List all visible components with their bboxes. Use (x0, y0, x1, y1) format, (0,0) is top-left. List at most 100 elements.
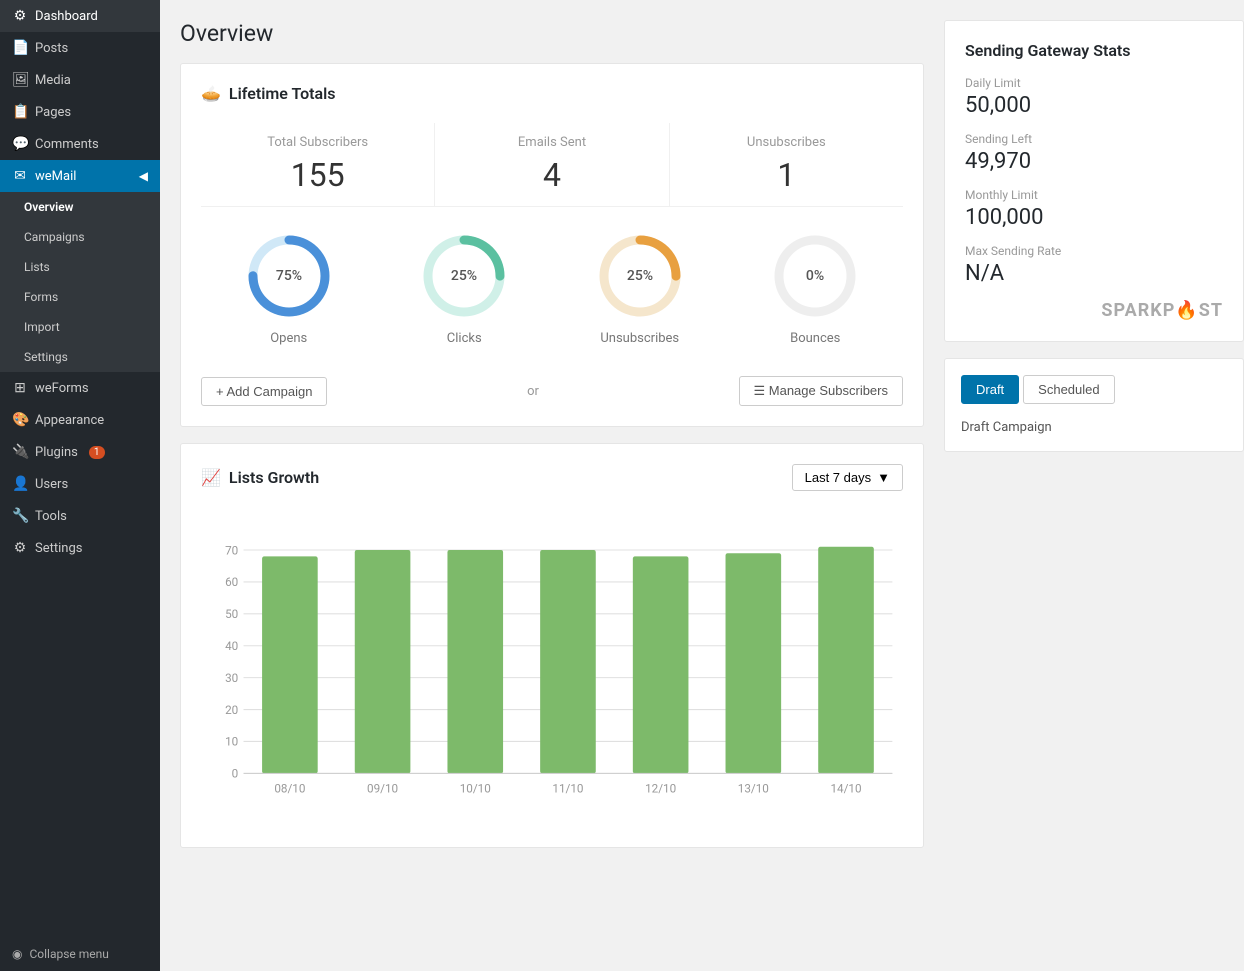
collapse-icon: ◉ (12, 947, 22, 961)
svg-text:12/10: 12/10 (645, 782, 676, 796)
svg-text:13/10: 13/10 (738, 782, 769, 796)
sidebar-label-overview: Overview (24, 200, 74, 214)
sidebar-item-overview[interactable]: Overview (0, 192, 160, 222)
donut-bounces: 0% Bounces (770, 231, 860, 346)
svg-text:14/10: 14/10 (830, 782, 861, 796)
gateway-stat-label: Daily Limit (965, 76, 1223, 90)
svg-text:70: 70 (225, 543, 238, 557)
dashboard-icon: ⚙ (12, 8, 28, 24)
donut-label-bounces: Bounces (790, 331, 840, 346)
svg-text:10: 10 (225, 735, 238, 749)
sidebar-label-import: Import (24, 320, 60, 334)
tools-icon: 🔧 (12, 508, 28, 524)
sidebar-label-appearance: Appearance (35, 413, 104, 428)
stat-col-total-subscribers: Total Subscribers 155 (201, 123, 435, 206)
sidebar-label-lists: Lists (24, 260, 50, 274)
svg-text:40: 40 (225, 639, 238, 653)
weforms-icon: ⊞ (12, 380, 28, 396)
sidebar-item-users[interactable]: 👤Users (0, 468, 160, 500)
pages-icon: 📋 (12, 104, 28, 120)
sidebar-item-posts[interactable]: 📄 Posts (0, 32, 160, 64)
badge-plugins: 1 (89, 446, 105, 459)
sidebar-label-tools: Tools (35, 509, 67, 524)
flame-icon: 🔥 (1175, 300, 1198, 321)
sidebar-item-appearance[interactable]: 🎨 Appearance (0, 404, 160, 436)
plugins-icon: 🔌 (12, 444, 28, 460)
manage-subscribers-button[interactable]: ☰ Manage Subscribers (739, 376, 904, 406)
sidebar-label-plugins: Plugins (35, 445, 78, 460)
donut-opens: 75% Opens (244, 231, 334, 346)
donut-svg-clicks: 25% (419, 231, 509, 321)
svg-text:11/10: 11/10 (552, 782, 583, 796)
sidebar-label-weforms: weForms (35, 381, 89, 396)
users-icon: 👤 (12, 476, 28, 492)
sidebar-label-comments: Comments (35, 137, 99, 152)
stat-label: Unsubscribes (670, 135, 903, 150)
svg-text:25%: 25% (627, 268, 653, 284)
add-campaign-button[interactable]: + Add Campaign (201, 377, 327, 406)
action-row: + Add Campaign or ☰ Manage Subscribers (201, 366, 903, 406)
chart-icon: 📈 (201, 468, 221, 487)
chevron-icon: ◀ (139, 169, 148, 183)
sidebar-item-settings-sub[interactable]: Settings (0, 342, 160, 372)
right-panel: Sending Gateway Stats Daily Limit50,000S… (944, 0, 1244, 971)
sidebar-item-media[interactable]: 🖼Media (0, 64, 160, 96)
dropdown-label: Last 7 days (805, 470, 872, 485)
campaigns-tabs: DraftScheduled (961, 375, 1227, 404)
gateway-stat-label: Max Sending Rate (965, 244, 1223, 258)
tab-scheduled[interactable]: Scheduled (1023, 375, 1114, 404)
donut-svg-opens: 75% (244, 231, 334, 321)
stats-row: Total Subscribers 155Emails Sent4Unsubscr… (201, 123, 903, 207)
gateway-card: Sending Gateway Stats Daily Limit50,000S… (944, 20, 1244, 342)
stat-col-emails-sent: Emails Sent4 (435, 123, 669, 206)
stat-value: 155 (201, 156, 434, 194)
sidebar-item-import[interactable]: Import (0, 312, 160, 342)
chart-title-label: Lists Growth (229, 468, 319, 487)
svg-text:08/10: 08/10 (274, 782, 305, 796)
date-range-dropdown[interactable]: Last 7 days ▼ (792, 464, 903, 491)
settings-icon: ⚙ (12, 540, 28, 556)
sidebar-item-plugins[interactable]: 🔌 Plugins 1 (0, 436, 160, 468)
collapse-label: Collapse menu (29, 947, 108, 961)
collapse-menu[interactable]: ◉ Collapse menu (0, 937, 160, 971)
sidebar-item-comments[interactable]: 💬Comments (0, 128, 160, 160)
campaigns-card: DraftScheduled Draft Campaign (944, 358, 1244, 452)
svg-text:50: 50 (225, 607, 238, 621)
tab-draft[interactable]: Draft (961, 375, 1019, 404)
donut-unsubscribes: 25% Unsubscribes (595, 231, 685, 346)
bar-chart: 01020304050607008/1009/1010/1011/1012/10… (201, 507, 903, 827)
svg-text:09/10: 09/10 (367, 782, 398, 796)
gateway-stat-value: 49,970 (965, 149, 1223, 174)
donut-label-unsubscribes: Unsubscribes (600, 331, 679, 346)
sidebar-item-wemail[interactable]: ✉weMail◀ (0, 160, 160, 192)
sidebar-label-media: Media (35, 73, 71, 88)
wemail-icon: ✉ (12, 168, 28, 184)
stat-label: Total Subscribers (201, 135, 434, 150)
donut-svg-bounces: 0% (770, 231, 860, 321)
main-content: Overview 🥧 Lifetime Totals Total Subscri… (160, 0, 944, 971)
sidebar-item-forms[interactable]: Forms (0, 282, 160, 312)
sidebar-label-posts: Posts (35, 41, 68, 56)
sidebar-item-lists[interactable]: Lists (0, 252, 160, 282)
lifetime-totals-card: 🥧 Lifetime Totals Total Subscribers 155Em… (180, 63, 924, 427)
gateway-title: Sending Gateway Stats (965, 41, 1223, 60)
appearance-icon: 🎨 (12, 412, 28, 428)
page-title: Overview (180, 20, 924, 47)
svg-text:0%: 0% (806, 268, 824, 284)
gateway-stat-label: Sending Left (965, 132, 1223, 146)
sidebar-item-pages[interactable]: 📋Pages (0, 96, 160, 128)
gateway-stat-monthly-limit: Monthly Limit100,000 (965, 188, 1223, 230)
stat-col-unsubscribes: Unsubscribes1 (670, 123, 903, 206)
sidebar-item-dashboard[interactable]: ⚙Dashboard (0, 0, 160, 32)
sidebar-item-settings[interactable]: ⚙Settings (0, 532, 160, 564)
lifetime-header: 🥧 Lifetime Totals (201, 84, 903, 103)
sidebar-item-weforms[interactable]: ⊞ weForms (0, 372, 160, 404)
sidebar-item-campaigns[interactable]: Campaigns (0, 222, 160, 252)
donut-label-opens: Opens (270, 331, 307, 346)
posts-icon: 📄 (12, 40, 28, 56)
pie-icon: 🥧 (201, 84, 221, 103)
svg-text:75%: 75% (276, 268, 302, 284)
sidebar-item-tools[interactable]: 🔧 Tools (0, 500, 160, 532)
svg-text:30: 30 (225, 671, 238, 685)
donut-svg-unsubscribes: 25% (595, 231, 685, 321)
